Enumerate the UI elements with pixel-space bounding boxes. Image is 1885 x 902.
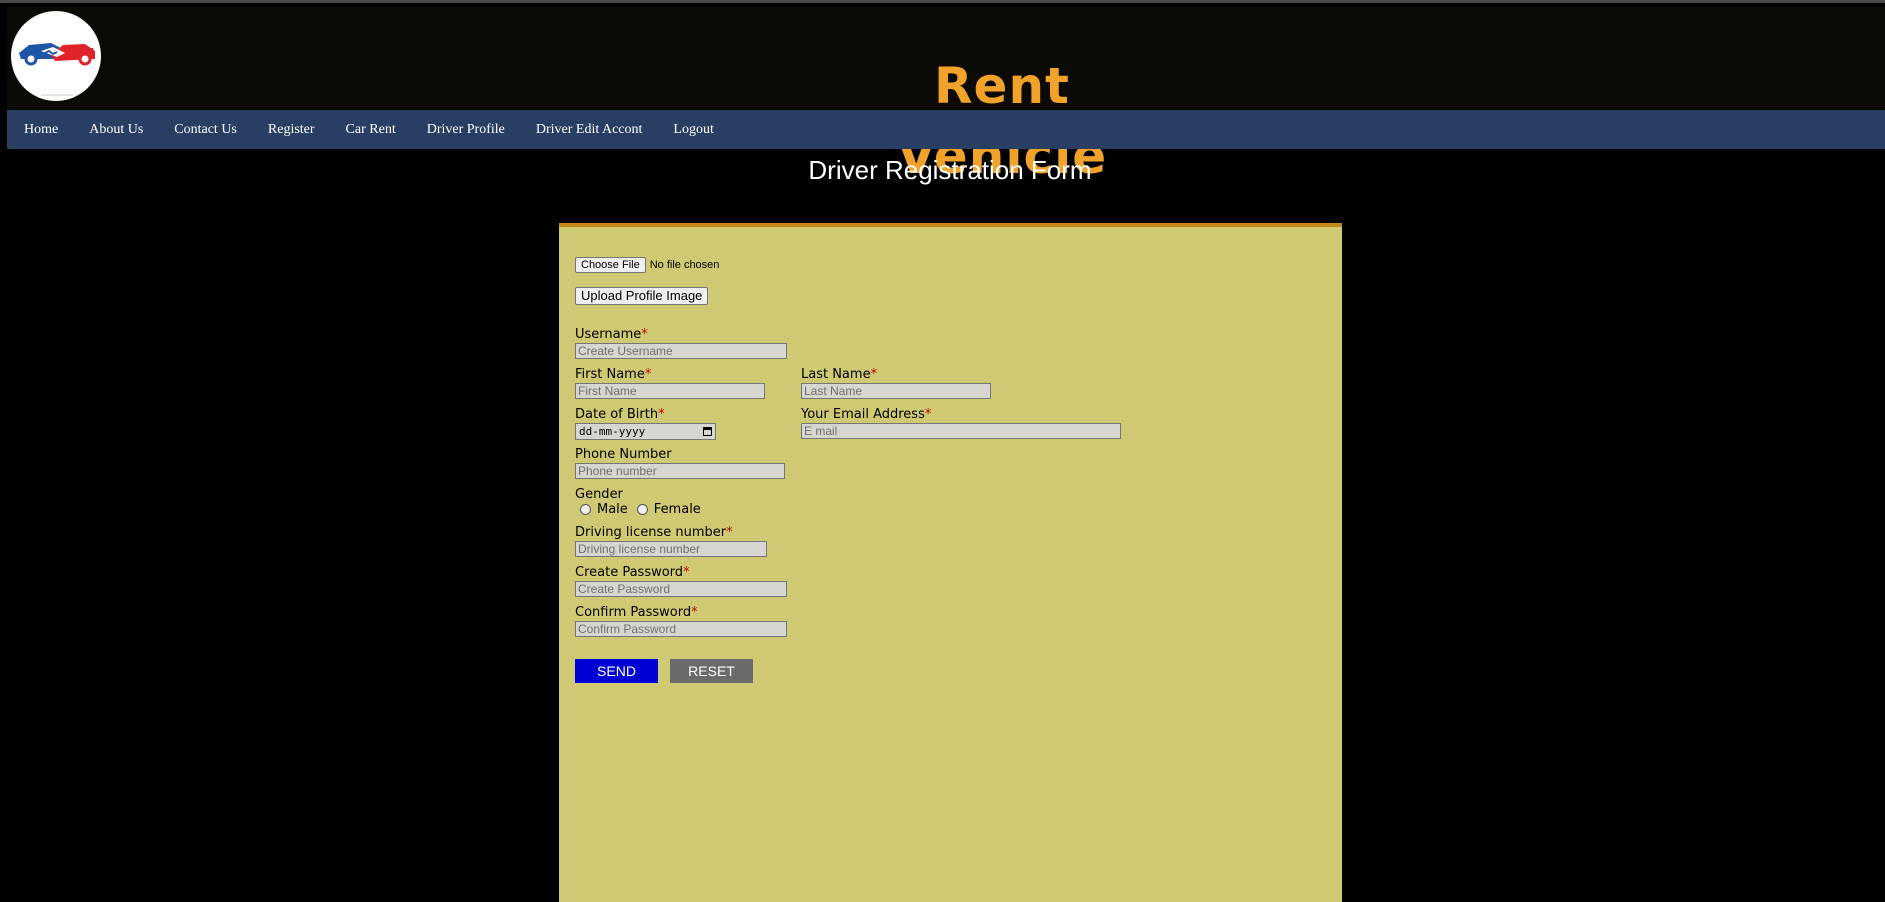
reset-button[interactable]: RESET (670, 659, 753, 683)
calendar-icon[interactable] (703, 427, 712, 436)
first-name-input[interactable] (575, 383, 765, 399)
nav-contact-us[interactable]: Contact Us (174, 122, 237, 138)
file-picker: Choose File No file chosen (575, 257, 719, 273)
first-name-label: First Name (575, 367, 645, 382)
phone-input[interactable] (575, 463, 785, 479)
gender-field-group: Gender Male Female (575, 487, 705, 517)
page-title: Driver Registration Form (808, 155, 1092, 185)
dob-label: Date of Birth (575, 407, 659, 422)
confirm-password-field-group: Confirm Password* (575, 605, 787, 637)
nav-logout[interactable]: Logout (673, 122, 713, 138)
nav-driver-profile[interactable]: Driver Profile (427, 122, 505, 138)
password-input[interactable] (575, 581, 787, 597)
confirm-password-input[interactable] (575, 621, 787, 637)
nav-driver-edit-account[interactable]: Driver Edit Accont (536, 122, 643, 138)
nav-about-us[interactable]: About Us (89, 122, 143, 138)
choose-file-button[interactable]: Choose File (575, 257, 646, 273)
password-label: Create Password (575, 565, 684, 580)
main-navbar: Home About Us Contact Us Register Car Re… (7, 110, 1885, 149)
license-field-group: Driving license number* (575, 525, 767, 557)
confirm-password-label: Confirm Password (575, 605, 692, 620)
gender-label: Gender (575, 487, 623, 502)
phone-field-group: Phone Number (575, 447, 785, 479)
username-label: Username (575, 327, 642, 342)
dob-field-group: Date of Birth* dd-mm-yyyy (575, 407, 716, 440)
dob-date-input[interactable]: dd-mm-yyyy (575, 423, 716, 440)
gender-female-radio[interactable] (636, 504, 648, 515)
dob-value: dd-mm-yyyy (579, 425, 646, 438)
gender-female-label: Female (653, 502, 701, 517)
email-input[interactable] (801, 423, 1121, 439)
last-name-field-group: Last Name* (801, 367, 991, 399)
gender-male-radio[interactable] (580, 504, 591, 515)
last-name-label: Last Name (801, 367, 871, 382)
required-mark: * (658, 407, 665, 422)
browser-top-border (0, 0, 1885, 3)
phone-label: Phone Number (575, 447, 672, 462)
file-status-text: No file chosen (649, 259, 720, 271)
nav-home[interactable]: Home (24, 122, 58, 138)
required-mark: * (870, 367, 878, 382)
nav-register[interactable]: Register (268, 122, 315, 138)
car-handshake-logo-icon[interactable] (11, 11, 101, 101)
license-label: Driving license number (575, 525, 727, 540)
required-mark: * (691, 605, 698, 620)
send-button[interactable]: SEND (575, 659, 658, 683)
first-name-field-group: First Name* (575, 367, 765, 399)
required-mark: * (726, 525, 733, 540)
password-field-group: Create Password* (575, 565, 787, 597)
email-field-group: Your Email Address* (801, 407, 1121, 439)
required-mark: * (924, 407, 932, 422)
last-name-input[interactable] (801, 383, 991, 399)
gender-options: Male Female (575, 502, 705, 517)
nav-car-rent[interactable]: Car Rent (346, 122, 396, 138)
username-input[interactable] (575, 343, 787, 359)
required-mark: * (644, 367, 652, 382)
gender-male-label: Male (597, 502, 628, 517)
username-field-group: Username* (575, 327, 787, 359)
registration-form: Choose File No file chosen Upload Profil… (559, 223, 1342, 902)
upload-profile-image-button[interactable]: Upload Profile Image (575, 287, 709, 305)
email-label: Your Email Address (801, 407, 925, 422)
site-header: Rent Vehicle (7, 7, 1885, 185)
license-input[interactable] (575, 541, 767, 557)
required-mark: * (683, 565, 690, 580)
required-mark: * (641, 327, 648, 342)
